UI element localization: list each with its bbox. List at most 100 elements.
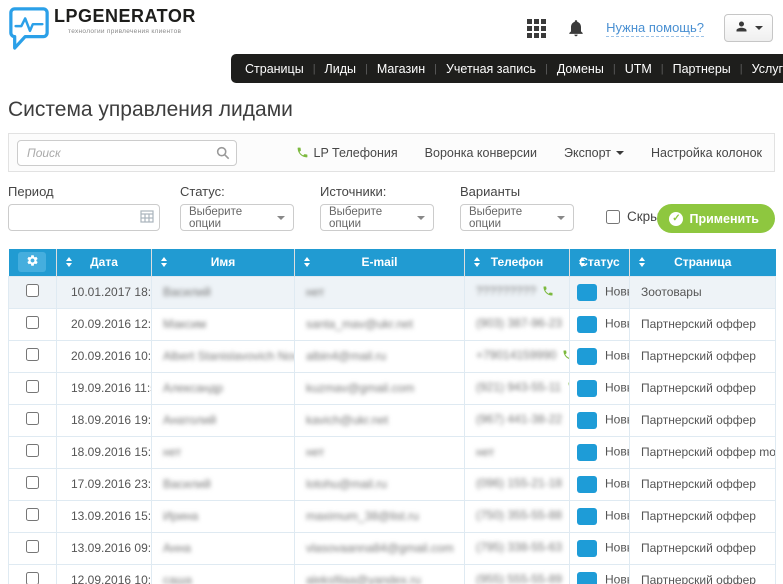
sort-icon (474, 257, 480, 267)
search-icon[interactable] (216, 146, 230, 160)
row-checkbox[interactable] (26, 540, 39, 553)
toolbar-action[interactable]: Экспорт (564, 146, 624, 160)
lead-date: 18.09.2016 15:19 (57, 436, 152, 468)
status-select[interactable]: Выберите опции (180, 204, 294, 231)
toolbar-action[interactable]: Воронка конверсии (425, 146, 537, 160)
lead-page: Партнерский оффер (630, 404, 776, 436)
nav-item[interactable]: Магазин (356, 62, 425, 76)
row-checkbox[interactable] (26, 508, 39, 521)
search-input[interactable] (17, 140, 237, 166)
table-row: 12.09.2016 10:34 саша aleksfilaa@yandex.… (9, 564, 776, 584)
lead-status: Новый (570, 564, 630, 584)
lead-email: kavich@ukr.net (295, 404, 465, 436)
lead-status: Новый (570, 468, 630, 500)
row-checkbox[interactable] (26, 284, 39, 297)
status-badge (577, 380, 597, 397)
apps-grid-button[interactable] (527, 19, 546, 38)
column-header[interactable]: Статус (570, 249, 630, 276)
row-checkbox[interactable] (26, 380, 39, 393)
lead-name: саша (152, 564, 295, 584)
lead-status: Новый (570, 276, 630, 308)
table-row: 13.09.2016 15:29 Ирина maximum_38@list.r… (9, 500, 776, 532)
row-checkbox[interactable] (26, 476, 39, 489)
status-badge (577, 508, 597, 525)
column-header[interactable]: Страница (630, 249, 776, 276)
lead-name: Александр (152, 372, 295, 404)
period-date-input[interactable] (8, 204, 160, 231)
column-header[interactable]: Имя (152, 249, 295, 276)
gear-icon (26, 254, 39, 270)
row-checkbox[interactable] (26, 444, 39, 457)
apps-grid-icon (527, 26, 546, 41)
column-header-label: Имя (211, 255, 236, 269)
nav-item[interactable]: UTM (604, 62, 652, 76)
sort-icon (66, 257, 72, 267)
lead-phone: +79014159990 (465, 340, 570, 372)
call-phone-icon[interactable] (542, 286, 554, 300)
lead-phone: (750) 355-55-88 (465, 500, 570, 532)
gear-button[interactable] (18, 252, 46, 272)
table-row: 20.09.2016 12:23 Максим santa_mav@ukr.ne… (9, 308, 776, 340)
hidden-checkbox[interactable] (606, 210, 620, 224)
nav-item[interactable]: Лиды (304, 62, 356, 76)
table-row: 20.09.2016 10:37 Albert Stanislavovich N… (9, 340, 776, 372)
calendar-icon[interactable] (140, 210, 154, 223)
leads-table: Дата Имя E-mail Телефон (8, 249, 776, 584)
variants-select[interactable]: Выберите опции (460, 204, 574, 231)
notifications-bell-button[interactable] (566, 18, 586, 38)
check-icon: ✓ (669, 212, 683, 226)
apply-button[interactable]: ✓ Применить (657, 204, 775, 233)
column-header-label: Дата (90, 255, 118, 269)
column-header[interactable]: Дата (57, 249, 152, 276)
lpgenerator-logo[interactable]: LPGENERATOR технологии привлечения клиен… (8, 6, 196, 50)
toolbar-action[interactable]: LP Телефония (296, 146, 398, 160)
leads-toolbar: LP Телефония Воронка конверсии (8, 133, 775, 172)
status-badge (577, 444, 597, 461)
lead-status: Новый (570, 308, 630, 340)
speech-bubble-icon (8, 6, 50, 50)
chevron-down-icon (277, 216, 285, 220)
lead-page: Партнерский оффер (630, 340, 776, 372)
nav-item[interactable]: Страницы (245, 62, 304, 76)
nav-item[interactable]: Партнеры (652, 62, 731, 76)
lead-page: Партнерский оффер (630, 308, 776, 340)
column-header[interactable]: E-mail (295, 249, 465, 276)
lead-status: Новый (570, 340, 630, 372)
user-menu-button[interactable] (724, 14, 773, 42)
lead-name: Максим (152, 308, 295, 340)
lead-email: vlasovaanna84@gmail.com (295, 532, 465, 564)
filters-row: Период Статус: Выберите опции Источники:… (8, 184, 775, 236)
lead-date: 13.09.2016 15:29 (57, 500, 152, 532)
row-checkbox[interactable] (26, 412, 39, 425)
status-badge (577, 540, 597, 557)
lead-phone: (921) 943-55-11 (465, 372, 570, 404)
column-header-label: E-mail (361, 255, 397, 269)
toolbar-action-label: Воронка конверсии (425, 146, 537, 160)
sort-icon (579, 257, 585, 267)
phone-icon (296, 146, 309, 159)
table-settings-header (9, 249, 57, 276)
chevron-down-icon (755, 26, 763, 30)
row-checkbox[interactable] (26, 316, 39, 329)
nav-item[interactable]: Домены (536, 62, 604, 76)
column-header-label: Статус (579, 255, 619, 269)
sources-select[interactable]: Выберите опции (320, 204, 434, 231)
toolbar-action[interactable]: Настройка колонок (651, 146, 762, 160)
logo-tagline: технологии привлечения клиентов (68, 28, 196, 35)
lead-name: Ирина (152, 500, 295, 532)
lead-status: Новый (570, 500, 630, 532)
lead-status: Новый (570, 436, 630, 468)
row-checkbox[interactable] (26, 572, 39, 584)
lead-page: Партнерский оффер (630, 372, 776, 404)
table-row: 18.09.2016 15:19 нет нет нет Новый Партн… (9, 436, 776, 468)
chevron-down-icon (417, 216, 425, 220)
call-phone-icon[interactable] (562, 350, 569, 364)
sort-icon (639, 257, 645, 267)
toolbar-action-label: LP Телефония (314, 146, 398, 160)
column-header[interactable]: Телефон (465, 249, 570, 276)
row-checkbox[interactable] (26, 348, 39, 361)
nav-item[interactable]: Учетная запись (425, 62, 536, 76)
status-badge (577, 476, 597, 493)
nav-item[interactable]: Услуги (731, 62, 783, 76)
help-link[interactable]: Нужна помощь? (606, 20, 704, 37)
